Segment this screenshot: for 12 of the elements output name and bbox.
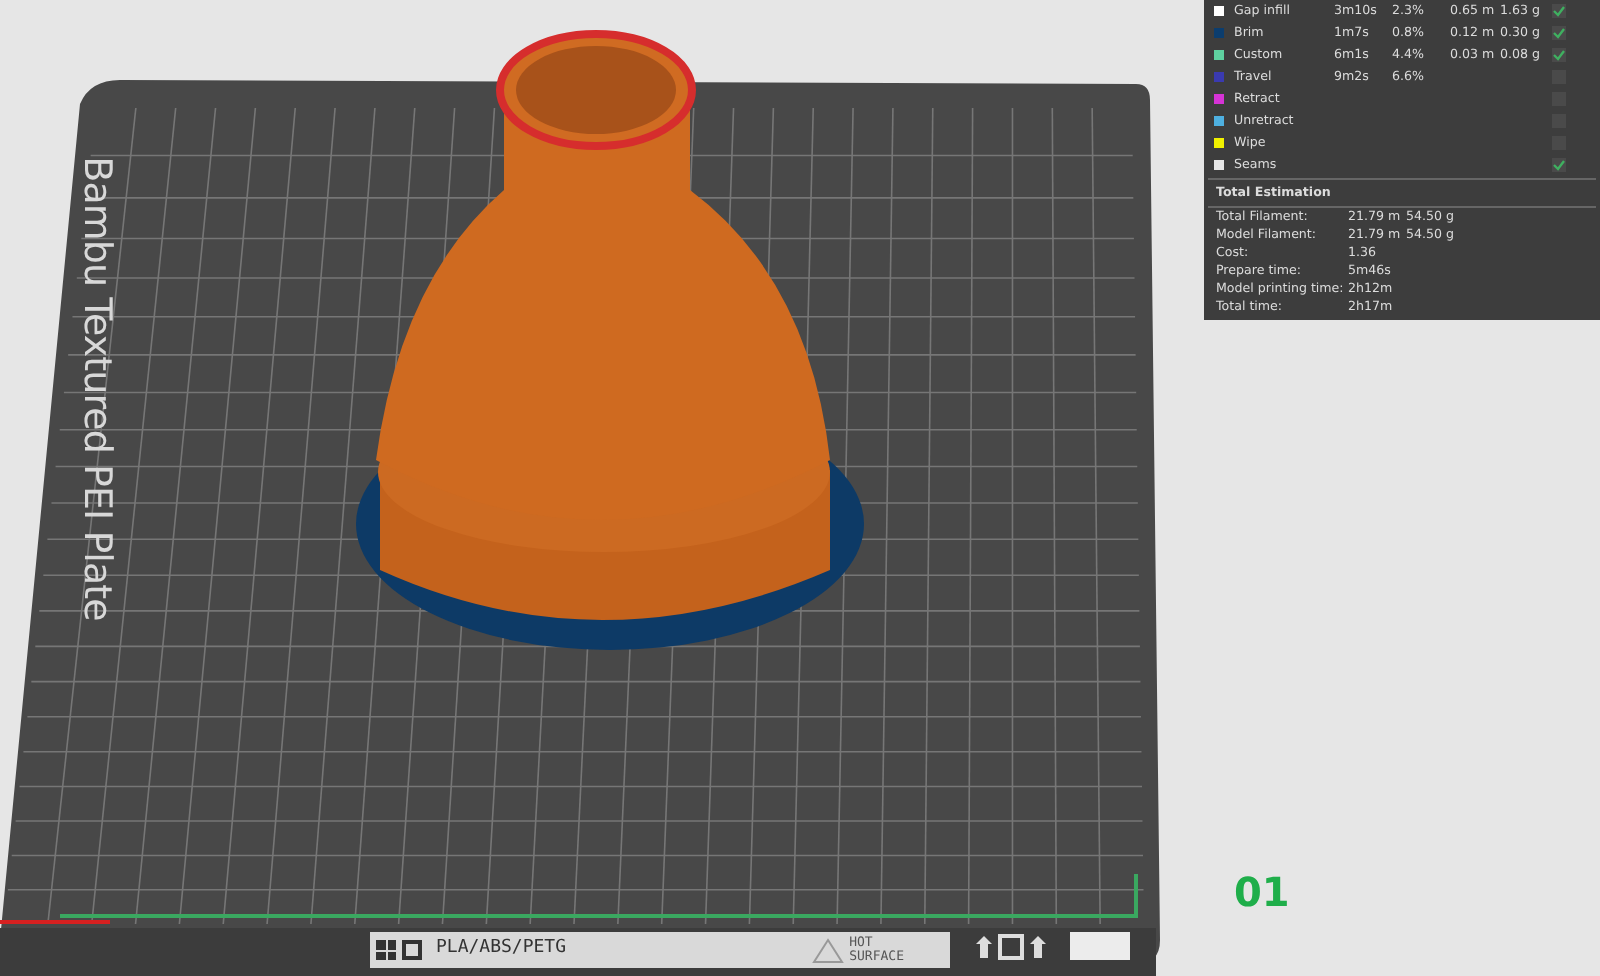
material-label: PLA/ABS/PETG <box>436 936 567 963</box>
visibility-checkbox[interactable] <box>1552 4 1566 18</box>
frame-icon <box>402 940 422 960</box>
plate-number: 01 <box>1234 866 1290 920</box>
grid-icon <box>376 940 396 960</box>
visibility-checkbox[interactable] <box>1552 158 1566 172</box>
visibility-checkbox[interactable] <box>1552 48 1566 62</box>
warning-icon <box>811 937 844 963</box>
plate-label: Bambu Textured PEI Plate <box>72 154 121 625</box>
visibility-checkbox[interactable] <box>1552 26 1566 40</box>
plate-corner-mark <box>1070 932 1130 960</box>
x-axis-line <box>0 920 110 924</box>
